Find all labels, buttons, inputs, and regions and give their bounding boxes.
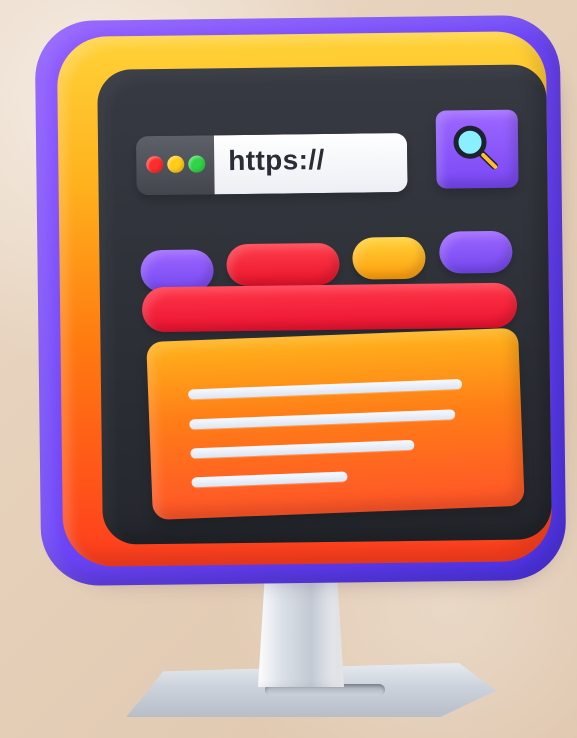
content-line-2 [189,409,456,430]
browser-screen: https:// [97,64,552,545]
maximize-dot [188,155,206,173]
url-text: https:// [228,143,325,177]
url-field[interactable]: https:// [213,132,408,195]
search-button[interactable] [435,109,519,189]
content-line-4 [191,471,348,488]
search-icon [453,125,498,170]
nav-pill-4[interactable] [439,230,513,274]
close-dot [146,155,164,174]
content-line-3 [190,439,415,459]
content-line-1 [188,378,463,400]
content-header-bar [141,282,518,333]
minimize-dot [167,155,185,173]
nav-pill-2[interactable] [226,242,340,287]
address-bar[interactable]: https:// [135,132,408,196]
content-card [146,327,525,520]
monitor-stand [258,575,344,687]
nav-pill-3[interactable] [352,236,426,280]
window-controls [135,135,215,196]
